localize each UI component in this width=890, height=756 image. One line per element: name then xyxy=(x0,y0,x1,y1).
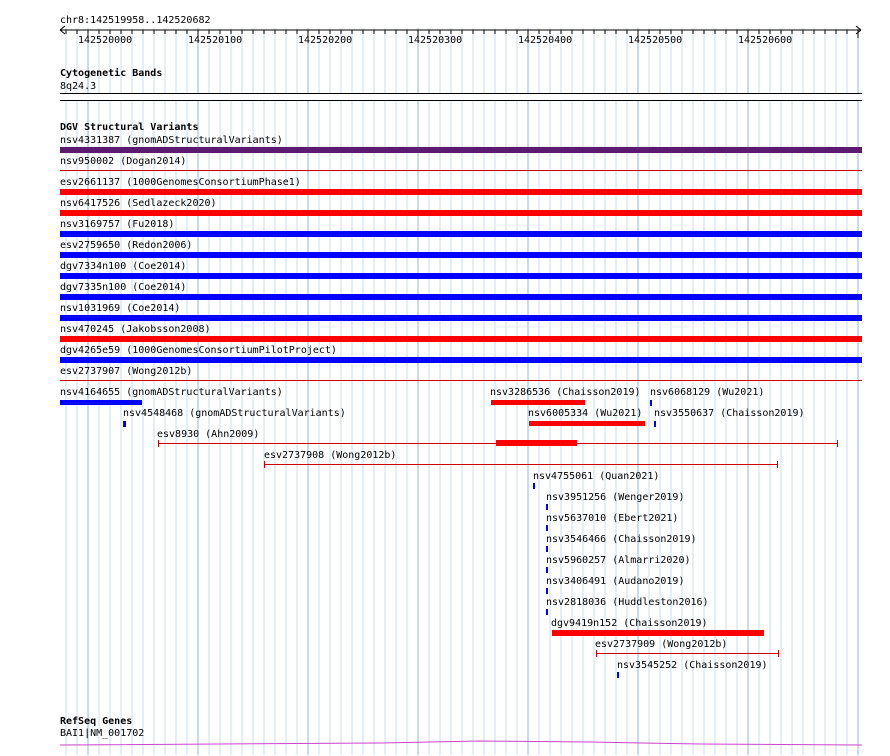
variant-bar[interactable] xyxy=(60,170,862,171)
ruler-tick-label: 142520500 xyxy=(628,35,683,46)
variant-bar[interactable] xyxy=(60,147,862,153)
dgv-track-title: DGV Structural Variants xyxy=(60,122,199,133)
variant-label[interactable]: nsv3286536 (Chaisson2019) xyxy=(490,387,641,398)
genome-browser-view: chr8:142519958..142520682 142520000 1425… xyxy=(0,0,890,755)
variant-bar[interactable] xyxy=(650,400,652,406)
variant-bar[interactable] xyxy=(60,357,862,363)
cytoband-label: 8q24.3 xyxy=(60,81,97,92)
variant-bar[interactable] xyxy=(546,609,548,615)
variant-span-line[interactable] xyxy=(596,653,779,654)
variant-bar[interactable] xyxy=(496,440,577,446)
variant-label[interactable]: nsv6068129 (Wu2021) xyxy=(650,387,764,398)
variant-bar[interactable] xyxy=(529,421,645,426)
cytoband-bar[interactable] xyxy=(60,93,862,101)
variant-span-line[interactable] xyxy=(264,464,778,465)
variant-label[interactable]: nsv470245 (Jakobsson2008) xyxy=(60,324,211,335)
refseq-track-title: RefSeq Genes xyxy=(60,716,133,727)
variant-label[interactable]: esv2661137 (1000GenomesConsortiumPhase1) xyxy=(60,177,301,188)
variant-label[interactable]: nsv3546466 (Chaisson2019) xyxy=(546,534,697,545)
cytoband-track-title: Cytogenetic Bands xyxy=(60,68,163,79)
variant-bar[interactable] xyxy=(123,421,126,427)
refseq-gene-feature[interactable] xyxy=(0,736,890,756)
variant-label[interactable]: esv2737907 (Wong2012b) xyxy=(60,366,192,377)
variant-bar[interactable] xyxy=(617,672,619,678)
variant-span-end[interactable] xyxy=(596,650,597,657)
variant-label[interactable]: esv2759650 (Redon2006) xyxy=(60,240,192,251)
variant-span-end[interactable] xyxy=(837,440,838,447)
ruler-tick-label: 142520000 xyxy=(78,35,133,46)
variant-label[interactable]: esv8930 (Ahn2009) xyxy=(157,429,259,440)
variant-label[interactable]: dgv4265e59 (1000GenomesConsortiumPilotPr… xyxy=(60,345,337,356)
variant-label[interactable]: nsv2818036 (Huddleston2016) xyxy=(546,597,709,608)
variant-bar[interactable] xyxy=(546,567,548,573)
variant-bar[interactable] xyxy=(533,483,535,489)
variant-label[interactable]: nsv950002 (Dogan2014) xyxy=(60,156,186,167)
variant-label[interactable]: dgv7334n100 (Coe2014) xyxy=(60,261,186,272)
variant-span-end[interactable] xyxy=(777,461,778,468)
variant-label[interactable]: nsv5637010 (Ebert2021) xyxy=(546,513,678,524)
variant-bar[interactable] xyxy=(60,336,862,342)
variant-label[interactable]: nsv4331387 (gnomADStructuralVariants) xyxy=(60,135,283,146)
variant-label[interactable]: nsv3550637 (Chaisson2019) xyxy=(654,408,805,419)
variant-bar[interactable] xyxy=(60,252,862,258)
variant-label[interactable]: nsv3545252 (Chaisson2019) xyxy=(617,660,768,671)
variant-label[interactable]: nsv4548468 (gnomADStructuralVariants) xyxy=(123,408,346,419)
variant-label[interactable]: nsv5960257 (Almarri2020) xyxy=(546,555,691,566)
variant-label[interactable]: nsv6417526 (Sedlazeck2020) xyxy=(60,198,217,209)
ruler-tick-label: 142520100 xyxy=(188,35,243,46)
variant-label[interactable]: esv2737909 (Wong2012b) xyxy=(595,639,727,650)
ruler-tick-label: 142520300 xyxy=(408,35,463,46)
variant-bar[interactable] xyxy=(60,189,862,195)
variant-bar[interactable] xyxy=(60,273,862,279)
variant-bar[interactable] xyxy=(60,380,862,381)
variant-bar[interactable] xyxy=(491,400,585,405)
variant-bar[interactable] xyxy=(60,210,862,216)
variant-label[interactable]: nsv4755061 (Quan2021) xyxy=(533,471,659,482)
variant-label[interactable]: nsv1031969 (Coe2014) xyxy=(60,303,180,314)
variant-label[interactable]: nsv3406491 (Audano2019) xyxy=(546,576,684,587)
variant-bar[interactable] xyxy=(60,400,142,405)
variant-bar[interactable] xyxy=(552,630,764,636)
grid-lines xyxy=(65,28,859,755)
variant-bar[interactable] xyxy=(546,546,548,552)
variant-bar[interactable] xyxy=(546,504,548,510)
variant-label[interactable]: nsv3951256 (Wenger2019) xyxy=(546,492,684,503)
variant-span-end[interactable] xyxy=(264,461,265,468)
variant-span-end[interactable] xyxy=(778,650,779,657)
ruler-tick-label: 142520400 xyxy=(518,35,573,46)
ruler[interactable] xyxy=(0,24,890,74)
variant-label[interactable]: nsv6005334 (Wu2021) xyxy=(528,408,642,419)
variant-label[interactable]: nsv4164655 (gnomADStructuralVariants) xyxy=(60,387,283,398)
variant-label[interactable]: dgv7335n100 (Coe2014) xyxy=(60,282,186,293)
variant-label[interactable]: nsv3169757 (Fu2018) xyxy=(60,219,174,230)
variant-bar[interactable] xyxy=(546,588,548,594)
variant-bar[interactable] xyxy=(546,525,548,531)
variant-label[interactable]: dgv9419n152 (Chaisson2019) xyxy=(551,618,708,629)
ruler-tick-label: 142520200 xyxy=(298,35,353,46)
variant-label[interactable]: esv2737908 (Wong2012b) xyxy=(264,450,396,461)
variant-span-end[interactable] xyxy=(158,440,159,447)
variant-bar[interactable] xyxy=(654,421,656,427)
variant-bar[interactable] xyxy=(60,294,862,300)
variant-bar[interactable] xyxy=(60,231,862,237)
gene-intron-line xyxy=(59,740,863,746)
ruler-tick-label: 142520600 xyxy=(738,35,793,46)
variant-bar[interactable] xyxy=(60,315,862,321)
